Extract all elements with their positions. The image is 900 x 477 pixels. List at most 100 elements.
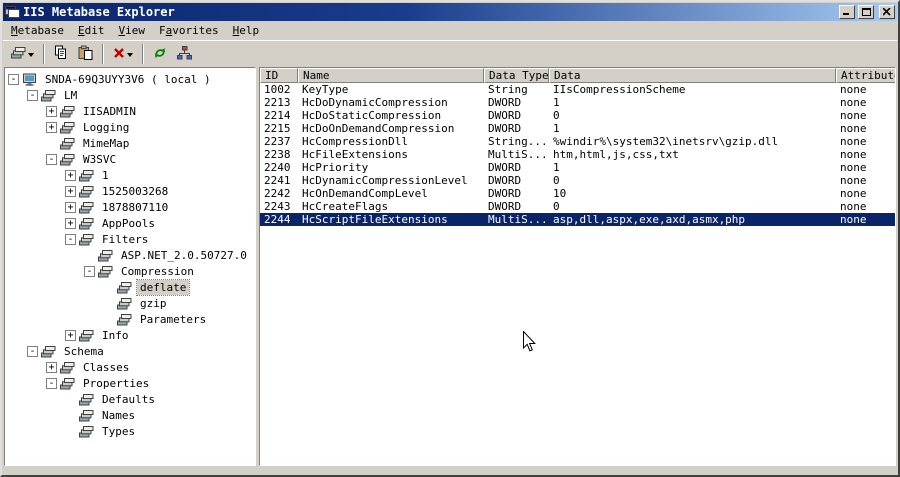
tree-item-mimemap[interactable]: MimeMap (8, 135, 255, 151)
tree-item-logging[interactable]: + Logging (8, 119, 255, 135)
cell-attributes: none (840, 83, 867, 96)
list-row-2242[interactable]: 2242 HcOnDemandCompLevel DWORD 10 none (260, 187, 895, 200)
tree-label: Names (102, 408, 136, 422)
tree-item-deflate[interactable]: deflate (8, 278, 255, 296)
paste-button[interactable] (73, 43, 98, 65)
column-header-id[interactable]: ID (260, 68, 298, 83)
menu-item-view[interactable]: View (111, 22, 152, 39)
copy-icon (54, 45, 68, 63)
copy-button[interactable] (49, 43, 73, 65)
stack-icon (117, 297, 133, 309)
cell-id: 2240 (264, 161, 291, 174)
minimize-icon (843, 13, 849, 15)
expand-box[interactable]: + (65, 329, 76, 341)
list-row-2214[interactable]: 2214 HcDoStaticCompression DWORD 0 none (260, 109, 895, 122)
list-row-2238[interactable]: 2238 HcFileExtensions MultiS... htm,html,js… (260, 148, 895, 161)
delete-button[interactable] (108, 43, 138, 65)
tree-item-info[interactable]: + Info (8, 327, 255, 343)
collapse-box[interactable]: - (84, 265, 95, 277)
dropdown-arrow-icon[interactable] (127, 52, 133, 60)
menu-item-metabase[interactable]: Metabase (4, 22, 71, 39)
tree-item-parameters[interactable]: Parameters (8, 311, 255, 327)
list-row-2213[interactable]: 2213 HcDoDynamicCompression DWORD 1 none (260, 96, 895, 109)
new-key-button[interactable] (6, 43, 39, 65)
tree-label: deflate (135, 278, 191, 296)
cell-data-type: DWORD (488, 174, 522, 187)
dropdown-arrow-icon[interactable] (28, 52, 34, 60)
expand-box[interactable]: + (65, 201, 76, 213)
tree-item-lm[interactable]: - LM (8, 87, 255, 103)
maximize-button[interactable] (858, 5, 874, 19)
column-header-attributes[interactable]: Attributes (836, 68, 895, 83)
column-header-data[interactable]: Data (549, 68, 836, 83)
collapse-box[interactable]: - (46, 153, 57, 165)
collapse-box[interactable]: - (65, 233, 76, 245)
expand-box[interactable]: + (46, 105, 57, 117)
tree-item-defaults[interactable]: Defaults (8, 391, 255, 407)
collapse-box[interactable]: - (27, 89, 38, 101)
expand-box[interactable]: + (65, 217, 76, 229)
close-button[interactable] (879, 5, 895, 19)
cell-id: 2215 (264, 122, 291, 135)
tree-item-filters[interactable]: - Filters (8, 231, 255, 247)
cell-data: 1 (553, 96, 560, 109)
stack-icon (79, 233, 95, 245)
tree-item-iisadmin[interactable]: + IISADMIN (8, 103, 255, 119)
expand-box[interactable]: + (65, 185, 76, 197)
title-bar[interactable]: IIS Metabase Explorer (3, 3, 897, 21)
tree-item-1[interactable]: +1 (8, 167, 255, 183)
menu-item-help[interactable]: Help (226, 22, 267, 39)
tree-item-types[interactable]: Types (8, 423, 255, 439)
tree-item-classes[interactable]: + Classes (8, 359, 255, 375)
expand-box[interactable]: + (46, 121, 57, 133)
tree-item-w3svc[interactable]: - W3SVC (8, 151, 255, 167)
expand-box[interactable]: + (46, 361, 57, 373)
cell-id: 2241 (264, 174, 291, 187)
list-row-2215[interactable]: 2215 HcDoOnDemandCompression DWORD 1 none (260, 122, 895, 135)
tree-item-asp-net-2-0-50727-0[interactable]: ASP.NET_2.0.50727.0 (8, 247, 255, 263)
list-row-2241[interactable]: 2241 HcDynamicCompressionLevel DWORD 0 none (260, 174, 895, 187)
stack-icon (60, 377, 76, 389)
column-header-data-type[interactable]: Data Type (484, 68, 549, 83)
collapse-box[interactable]: - (46, 377, 57, 389)
tree-item-apppools[interactable]: + AppPools (8, 215, 255, 231)
tree-label: LM (64, 88, 78, 102)
minimize-button[interactable] (839, 5, 855, 19)
tree-item-1878807110[interactable]: +1878807110 (8, 199, 255, 215)
list-row-2243[interactable]: 2243 HcCreateFlags DWORD 0 none (260, 200, 895, 213)
tree-label: Parameters (140, 312, 207, 326)
menu-item-edit[interactable]: Edit (71, 22, 112, 39)
menu-item-favorites[interactable]: Favorites (152, 22, 226, 39)
toolbar-separator (102, 44, 104, 64)
tree-item-schema[interactable]: - Schema (8, 343, 255, 359)
expand-box[interactable]: + (65, 169, 76, 181)
cell-id: 2214 (264, 109, 291, 122)
cell-id: 2213 (264, 96, 291, 109)
tree-item-1525003268[interactable]: +1525003268 (8, 183, 255, 199)
stack-icon (79, 329, 95, 341)
tree-label: gzip (140, 296, 167, 310)
list-row-2244[interactable]: 2244 HcScriptFileExtensions MultiS... asp,d… (260, 213, 895, 226)
tree-item-snda-69q3uyy3v6-local[interactable]: - SNDA-69Q3UYY3V6 ( local ) (8, 71, 255, 87)
tree-item-gzip[interactable]: gzip (8, 295, 255, 311)
list-row-2240[interactable]: 2240 HcPriority DWORD 1 none (260, 161, 895, 174)
collapse-box[interactable]: - (27, 345, 38, 357)
list-row-1002[interactable]: 1002 KeyType String IIsCompressionScheme non… (260, 83, 895, 96)
column-header-name[interactable]: Name (298, 68, 484, 83)
tree-item-compression[interactable]: - Compression (8, 263, 255, 279)
tree-item-names[interactable]: Names (8, 407, 255, 423)
refresh-button[interactable] (148, 43, 172, 65)
tree-item-properties[interactable]: - Properties (8, 375, 255, 391)
close-icon (883, 8, 891, 16)
list-row-2237[interactable]: 2237 HcCompressionDll String... %windir%\sy… (260, 135, 895, 148)
view-network-button[interactable] (172, 43, 197, 65)
collapse-box[interactable]: - (8, 73, 19, 85)
